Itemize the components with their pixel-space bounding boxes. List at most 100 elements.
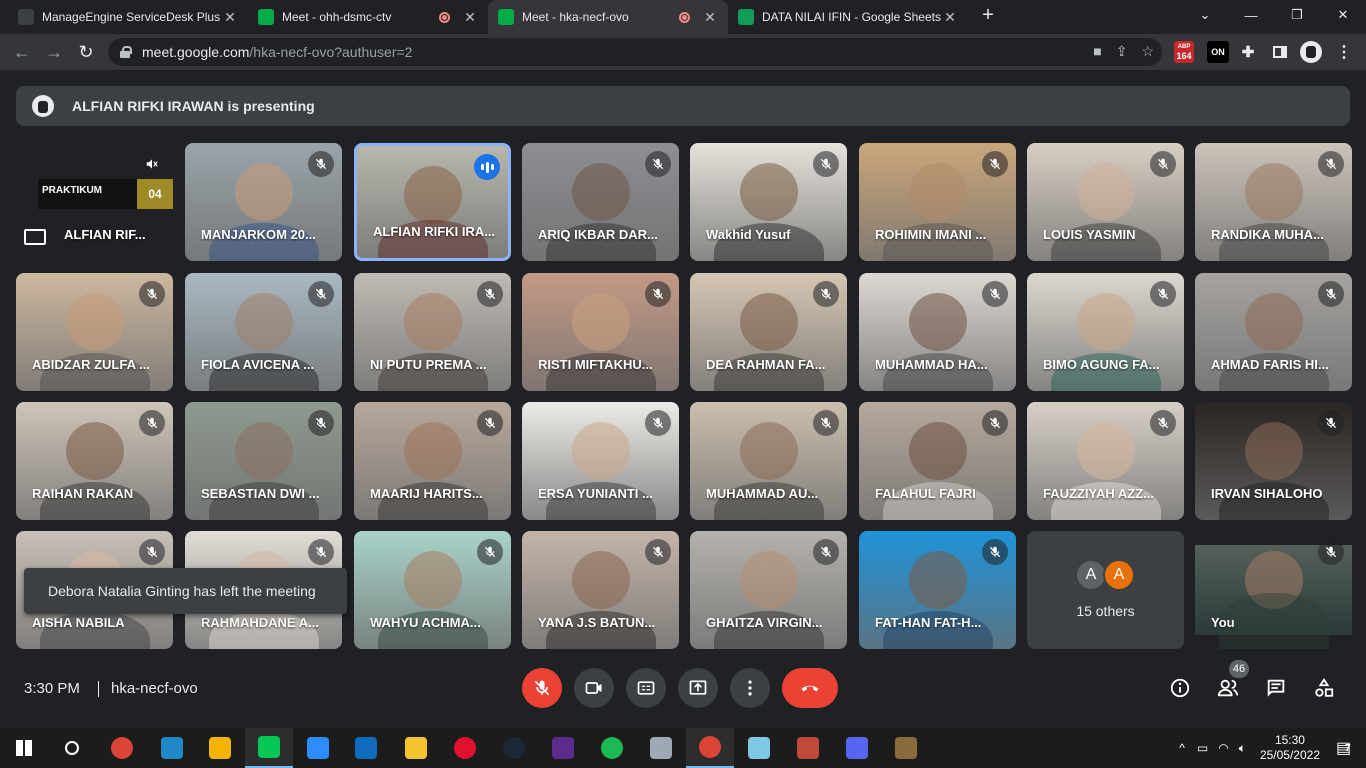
people-button[interactable]	[1216, 676, 1240, 700]
close-tab-icon[interactable]: ✕	[222, 9, 238, 26]
steam-taskbar-icon[interactable]	[490, 728, 538, 768]
taskbar-clock[interactable]: 15:30 25/05/2022	[1260, 733, 1320, 763]
notification-center-icon[interactable]: ▤ 7	[1336, 738, 1366, 758]
participant-name: FAUZZIYAH AZZ...	[1043, 486, 1154, 501]
line-taskbar-icon[interactable]	[245, 728, 293, 768]
participant-tile[interactable]: AHMAD FARIS HI...	[1195, 273, 1352, 391]
others-tile[interactable]: A A 15 others	[1027, 531, 1184, 649]
volume-icon[interactable]: 🔈︎	[1239, 741, 1246, 756]
search-icon[interactable]	[48, 728, 96, 768]
share-icon[interactable]: ⇪	[1116, 43, 1128, 60]
participant-tile[interactable]: MUHAMMAD HA...	[859, 273, 1016, 391]
snipping-taskbar-icon[interactable]	[784, 728, 832, 768]
participant-tile[interactable]: BIMO AGUNG FA...	[1027, 273, 1184, 391]
participant-tile[interactable]: RISTI MIFTAKHU...	[522, 273, 679, 391]
activities-button[interactable]	[1312, 676, 1336, 700]
bookmark-star-icon[interactable]: ☆	[1141, 43, 1154, 60]
notes-taskbar-icon[interactable]	[735, 728, 783, 768]
file-explorer-taskbar-icon[interactable]	[392, 728, 440, 768]
browser-tab[interactable]: DATA NILAI IFIN - Google Sheets ✕	[728, 0, 968, 34]
new-tab-button[interactable]: +	[976, 4, 1000, 27]
participant-tile[interactable]: ROHIMIN IMANI ...	[859, 143, 1016, 261]
muted-mic-icon	[139, 539, 165, 565]
participant-tile[interactable]: SEBASTIAN DWI ...	[185, 402, 342, 520]
minimize-button[interactable]: —	[1228, 0, 1274, 30]
side-panel-icon[interactable]	[1270, 41, 1290, 63]
participant-tile[interactable]: NI PUTU PREMA ...	[354, 273, 511, 391]
address-bar[interactable]: meet.google.com/hka-necf-ovo?authuser=2 …	[108, 38, 1162, 66]
extensions-puzzle-icon[interactable]: ✚	[1238, 41, 1258, 63]
participant-tile[interactable]: YANA J.S BATUN...	[522, 531, 679, 649]
mail-taskbar-icon[interactable]	[342, 728, 390, 768]
forward-button[interactable]: →	[42, 40, 66, 64]
browser-tab[interactable]: Meet - hka-necf-ovo ✕	[488, 0, 728, 34]
close-window-button[interactable]: ✕	[1320, 0, 1366, 30]
self-view-tile[interactable]: You	[1195, 531, 1352, 649]
zoom-taskbar-icon[interactable]	[294, 728, 342, 768]
start-button[interactable]	[0, 728, 48, 768]
presenting-banner: ALFIAN RIFKI IRAWAN is presenting	[16, 86, 1350, 126]
captions-button[interactable]	[626, 668, 666, 708]
participant-tile[interactable]: IRVAN SIHALOHO	[1195, 402, 1352, 520]
mm-taskbar-icon[interactable]	[539, 728, 587, 768]
reload-button[interactable]: ↻	[74, 40, 98, 64]
edge-taskbar-icon[interactable]	[148, 728, 196, 768]
close-tab-icon[interactable]: ✕	[702, 9, 718, 26]
participant-tile[interactable]: MAARIJ HARITS...	[354, 402, 511, 520]
battery-icon[interactable]: ▭	[1197, 741, 1208, 755]
participant-tile[interactable]: LOUIS YASMIN	[1027, 143, 1184, 261]
presentation-tile[interactable]: PRAKTIKUM 04 ALFIAN RIF...	[16, 143, 173, 261]
participant-tile[interactable]: FAUZZIYAH AZZ...	[1027, 402, 1184, 520]
participant-tile[interactable]: ERSA YUNIANTI ...	[522, 402, 679, 520]
discord-taskbar-icon[interactable]	[833, 728, 881, 768]
spotify-taskbar-icon[interactable]	[588, 728, 636, 768]
store-taskbar-icon[interactable]	[196, 728, 244, 768]
participant-tile[interactable]: WAHYU ACHMA...	[354, 531, 511, 649]
participant-tile[interactable]: MUHAMMAD AU...	[690, 402, 847, 520]
adblock-extension-icon[interactable]: ABP 164	[1174, 41, 1194, 63]
participant-tile[interactable]: FAT-HAN FAT-H...	[859, 531, 1016, 649]
tab-search-icon[interactable]: ⌄	[1182, 0, 1228, 30]
back-button[interactable]: ←	[10, 40, 34, 64]
participant-tile[interactable]: MANJARKOM 20...	[185, 143, 342, 261]
participant-tile[interactable]: FIOLA AVICENA ...	[185, 273, 342, 391]
chrome-profile-taskbar-icon[interactable]	[686, 728, 734, 768]
camera-toggle-button[interactable]	[574, 668, 614, 708]
participant-tile[interactable]: DEA RAHMAN FA...	[690, 273, 847, 391]
close-tab-icon[interactable]: ✕	[942, 9, 958, 26]
close-tab-icon[interactable]: ✕	[462, 9, 478, 26]
participant-tile[interactable]: GHAITZA VIRGIN...	[690, 531, 847, 649]
profile-avatar[interactable]	[1300, 41, 1322, 63]
mm-taskbar-icon-glyph	[552, 737, 574, 759]
participant-tile[interactable]: RANDIKA MUHA...	[1195, 143, 1352, 261]
participant-tile[interactable]: ALFIAN RIFKI IRA...	[354, 143, 511, 261]
participant-tile[interactable]: Wakhid Yusuf	[690, 143, 847, 261]
participant-tile[interactable]: FALAHUL FAJRI	[859, 402, 1016, 520]
participant-name: SEBASTIAN DWI ...	[201, 486, 320, 501]
leave-call-button[interactable]	[782, 668, 838, 708]
browser-menu-icon[interactable]: ⋮	[1334, 41, 1354, 63]
participant-tile[interactable]: ARIQ IKBAR DAR...	[522, 143, 679, 261]
chat-button[interactable]	[1264, 676, 1288, 700]
camera-permission-icon[interactable]: ■	[1093, 43, 1101, 60]
participant-tile[interactable]: RAIHAN RAKAN	[16, 402, 173, 520]
more-options-button[interactable]	[730, 668, 770, 708]
chat-icon	[1267, 679, 1285, 697]
present-now-button[interactable]	[678, 668, 718, 708]
participant-tile[interactable]: ABIDZAR ZULFA ...	[16, 273, 173, 391]
show-hidden-icons[interactable]: ^	[1179, 741, 1185, 755]
muted-mic-icon	[308, 281, 334, 307]
chrome-taskbar-icon[interactable]	[98, 728, 146, 768]
restore-button[interactable]: ❐	[1274, 0, 1320, 30]
wifi-icon[interactable]: ◠	[1218, 741, 1228, 755]
extension-toggle-icon[interactable]: ON	[1207, 41, 1229, 63]
opera-taskbar-icon[interactable]	[441, 728, 489, 768]
browser-tab[interactable]: ManageEngine ServiceDesk Plus ✕	[8, 0, 248, 34]
microphone-toggle-button[interactable]	[522, 668, 562, 708]
monitor-taskbar-icon[interactable]	[637, 728, 685, 768]
meeting-details-button[interactable]	[1168, 676, 1192, 700]
winrar-taskbar-icon[interactable]	[882, 728, 930, 768]
browser-tab[interactable]: Meet - ohh-dsmc-ctv ✕	[248, 0, 488, 34]
snipping-taskbar-icon-glyph	[797, 737, 819, 759]
participant-video-face	[1076, 293, 1135, 351]
